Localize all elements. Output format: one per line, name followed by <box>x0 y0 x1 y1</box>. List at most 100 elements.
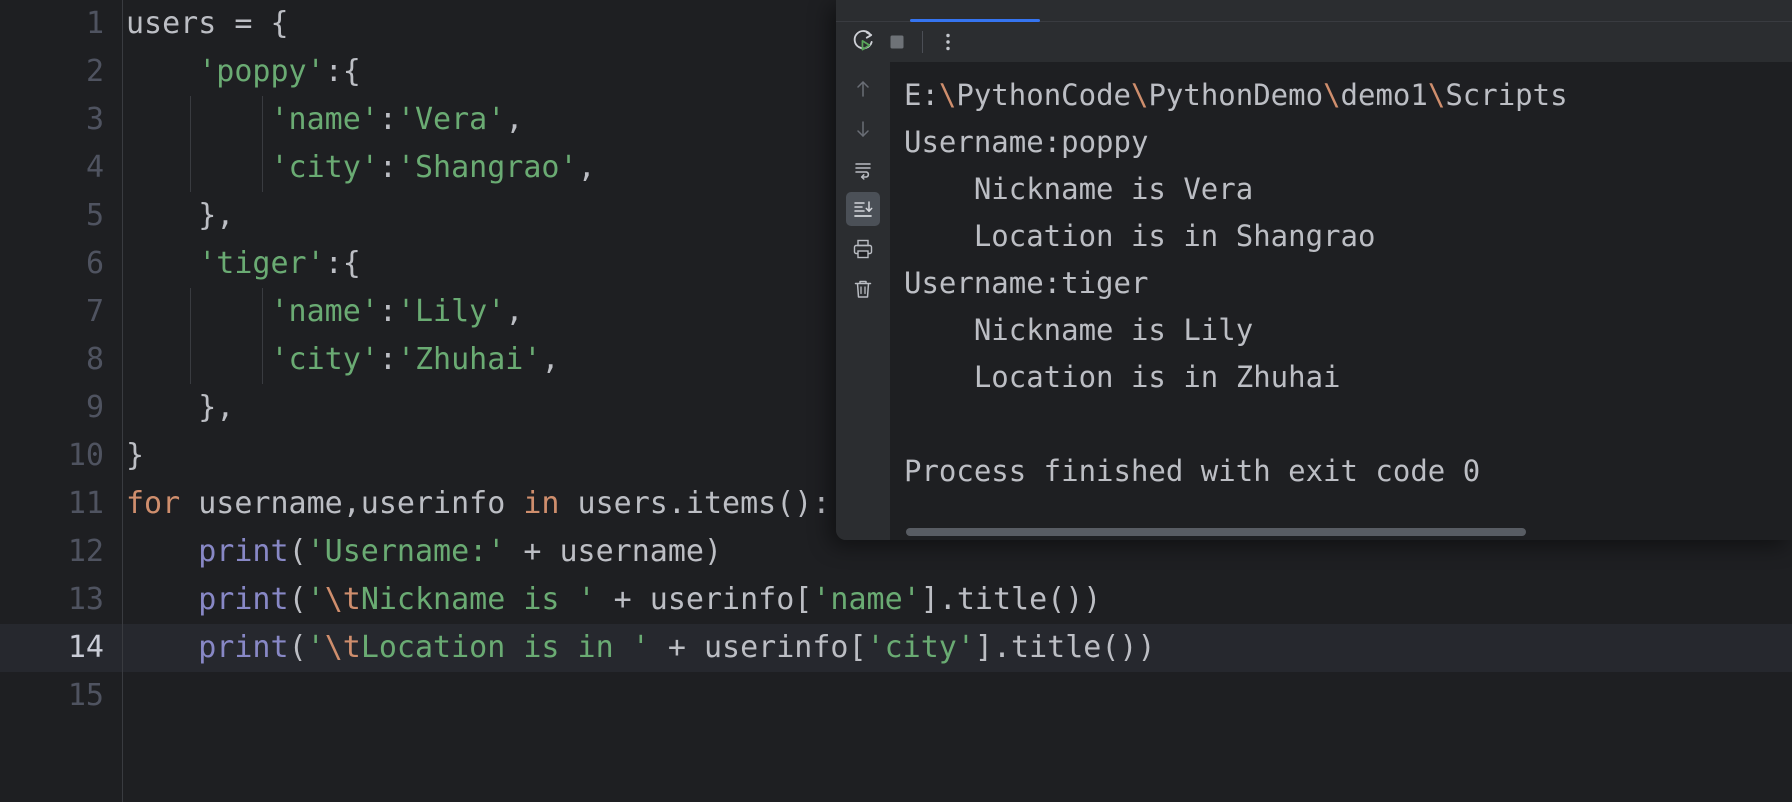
code-token: in <box>523 486 560 521</box>
code-token: 'Vera' <box>396 102 506 137</box>
rerun-icon[interactable] <box>846 25 880 59</box>
code-token: ( <box>288 534 307 569</box>
up-arrow-icon[interactable] <box>846 72 880 106</box>
line-number: 4 <box>85 150 104 185</box>
code-line-text: 'name':'Lily', <box>126 288 524 336</box>
code-token: + username) <box>505 534 723 569</box>
stop-icon[interactable] <box>880 25 914 59</box>
code-token: 'city' <box>270 150 379 185</box>
code-token: username,userinfo <box>180 486 524 521</box>
console-text-run: Scripts <box>1445 78 1568 112</box>
run-console-panel[interactable]: E:\PythonCode\PythonDemo\demo1\Scripts Us… <box>836 0 1792 540</box>
line-number: 9 <box>85 390 104 425</box>
line-number: 15 <box>67 678 104 713</box>
code-token: users = { <box>126 6 289 41</box>
code-token: users.items(): <box>559 486 831 521</box>
code-token: ( <box>288 630 307 665</box>
console-text-run: PythonCode <box>956 78 1131 112</box>
soft-wrap-icon[interactable] <box>846 152 880 186</box>
console-text-run: \ <box>1323 78 1341 112</box>
line-number: 8 <box>85 342 104 377</box>
trash-icon[interactable] <box>846 272 880 306</box>
code-token: 'poppy' <box>198 54 325 89</box>
code-token: Nickname is ' <box>360 582 596 617</box>
code-token: 'Shangrao' <box>396 150 578 185</box>
code-token: 'Username:' <box>306 534 506 569</box>
console-output[interactable]: E:\PythonCode\PythonDemo\demo1\Scripts Us… <box>890 62 1792 540</box>
code-token: + userinfo[ <box>649 630 867 665</box>
code-token: }, <box>126 198 235 233</box>
console-text-run: demo1 <box>1340 78 1428 112</box>
print-icon[interactable] <box>846 232 880 266</box>
console-output-line: Location is in Shangrao <box>904 219 1376 253</box>
scroll-to-end-icon[interactable] <box>846 192 880 226</box>
code-token: , <box>541 342 560 377</box>
line-number: 14 <box>67 630 104 665</box>
line-number: 7 <box>85 294 104 329</box>
code-token: ].title()) <box>974 630 1156 665</box>
code-token: } <box>126 438 145 473</box>
code-token: , <box>577 150 596 185</box>
code-token: 'Zhuhai' <box>396 342 542 377</box>
code-line-text: }, <box>126 384 234 432</box>
indent-guide <box>262 288 263 384</box>
code-line-text: }, <box>126 192 234 240</box>
code-token: : <box>378 342 397 377</box>
console-output-line: Process finished with exit code 0 <box>904 454 1481 488</box>
code-token: ' <box>306 582 325 617</box>
code-line-text: print('\tNickname is ' + userinfo['name'… <box>126 576 1101 624</box>
code-token: 'city' <box>866 630 975 665</box>
code-line[interactable]: 13 print('\tNickname is ' + userinfo['na… <box>0 576 1792 624</box>
console-output-line: Nickname is Vera <box>904 172 1254 206</box>
line-number: 12 <box>67 534 104 569</box>
down-arrow-icon[interactable] <box>846 112 880 146</box>
console-gutter[interactable] <box>836 62 890 540</box>
code-line-text: print('Username:' + username) <box>126 528 722 576</box>
indent-guide <box>190 288 191 384</box>
console-toolbar[interactable] <box>836 22 1792 62</box>
code-line-text: 'city':'Shangrao', <box>126 144 596 192</box>
code-line-text: 'tiger':{ <box>126 240 361 288</box>
code-token: : <box>378 150 397 185</box>
code-line-text: } <box>126 432 144 480</box>
line-number: 10 <box>67 438 104 473</box>
code-line-text: for username,userinfo in users.items(): <box>126 480 830 528</box>
code-token: 'name' <box>270 294 379 329</box>
code-line[interactable]: 14 print('\tLocation is in ' + userinfo[… <box>0 624 1792 672</box>
code-line-text: 'name':'Vera', <box>126 96 524 144</box>
code-token: ( <box>288 582 307 617</box>
code-line-text: print('\tLocation is in ' + userinfo['ci… <box>126 624 1156 672</box>
code-token: }, <box>126 390 235 425</box>
line-number: 3 <box>85 102 104 137</box>
more-options-icon[interactable] <box>931 25 965 59</box>
code-token: :{ <box>324 54 361 89</box>
gutter-separator <box>122 0 123 802</box>
code-token: :{ <box>324 246 361 281</box>
console-text-run: \ <box>1427 78 1446 112</box>
toolbar-separator <box>922 31 923 53</box>
line-number: 2 <box>85 54 104 89</box>
code-token: for <box>126 486 181 521</box>
code-token: 'tiger' <box>198 246 325 281</box>
code-line-text: users = { <box>126 0 289 48</box>
code-token: \t <box>324 582 361 617</box>
console-horizontal-scrollbar[interactable] <box>906 528 1786 536</box>
console-tabstrip[interactable] <box>836 0 1792 22</box>
code-line-text: 'poppy':{ <box>126 48 361 96</box>
code-token: Location is in ' <box>360 630 650 665</box>
console-text-run: \ <box>938 78 957 112</box>
code-line[interactable]: 15 <box>0 672 1792 720</box>
indent-guide <box>190 96 191 192</box>
code-line-text: 'city':'Zhuhai', <box>126 336 560 384</box>
console-output-line: Location is in Zhuhai <box>904 360 1341 394</box>
console-output-line: Username:tiger <box>904 266 1149 300</box>
